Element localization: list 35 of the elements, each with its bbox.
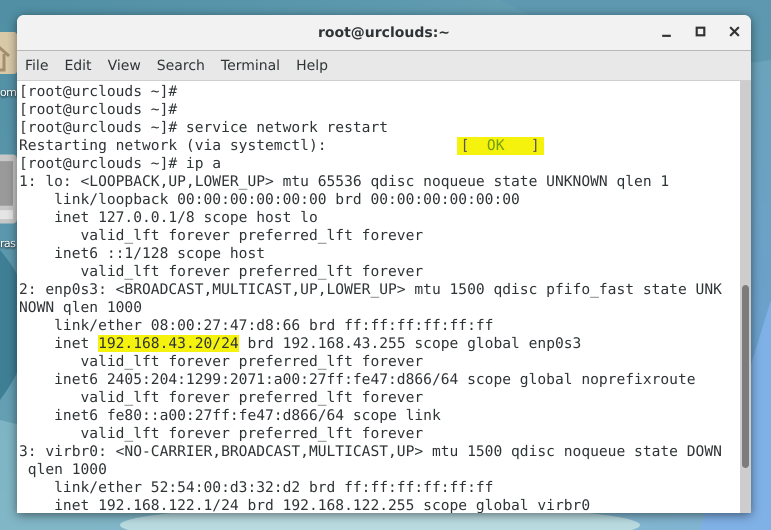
menu-item[interactable]: Help xyxy=(290,58,334,74)
terminal-line: NOWN qlen 1000 xyxy=(19,299,142,317)
terminal-line: valid_lft forever preferred_lft forever xyxy=(80,425,424,443)
maximize-icon[interactable] xyxy=(694,25,707,38)
window-title: root@urclouds:~ xyxy=(318,24,450,40)
menu-item[interactable]: Search xyxy=(150,58,211,74)
scrollbar[interactable] xyxy=(740,81,751,513)
terminal-line: 1: lo: <LOOPBACK,UP,LOWER_UP> mtu 65536 qdisc noqueue state UNKNOWN qlen 1 xyxy=(19,173,670,191)
terminal-line: Restarting network (via systemctl): [ OK ] xyxy=(19,137,544,155)
terminal-line: link/loopback 00:00:00:00:00:00 brd 00:00:00:00:00:00 xyxy=(53,191,520,209)
terminal-line: inet 192.168.43.20/24 brd 192.168.43.255 scope global enp0s3 xyxy=(53,335,582,353)
menu-item[interactable]: View xyxy=(102,58,147,74)
terminal-line: inet 192.168.122.1/24 brd 192.168.122.255 scope global virbr0 xyxy=(53,497,590,513)
terminal-line: [root@urclouds ~]# xyxy=(19,101,178,119)
terminal-line: inet 127.0.0.1/8 scope host lo xyxy=(53,209,318,227)
menu-item[interactable]: Terminal xyxy=(214,58,286,74)
terminal-line: link/ether 52:54:00:d3:32:d2 brd ff:ff:ff:ff:ff:ff xyxy=(53,479,494,497)
terminal-line: [root@urclouds ~]# xyxy=(19,83,178,101)
terminal-line: inet6 ::1/128 scope host xyxy=(53,245,266,263)
terminal-line: inet6 2405:204:1299:2071:a00:27ff:fe47:d866/64 scope global noprefixroute xyxy=(53,371,696,389)
terminal-line: inet6 fe80::a00:27ff:fe47:d866/64 scope link xyxy=(53,407,441,425)
terminal-line: qlen 1000 xyxy=(26,461,107,479)
terminal-line: valid_lft forever preferred_lft forever xyxy=(80,353,424,371)
menu-item[interactable]: Edit xyxy=(58,58,98,74)
terminal-line: 3: virbr0: <NO-CARRIER,BROADCAST,MULTICAST,UP> mtu 1500 qdisc noqueue state DOWN xyxy=(19,443,722,461)
terminal-line: [root@urclouds ~]# service network restart xyxy=(19,119,388,137)
scrollbar-thumb[interactable] xyxy=(742,285,749,468)
terminal-line: valid_lft forever preferred_lft forever xyxy=(80,263,424,281)
terminal-line: valid_lft forever preferred_lft forever xyxy=(80,227,424,245)
terminal-line: valid_lft forever preferred_lft forever xyxy=(80,389,424,407)
close-icon[interactable] xyxy=(728,25,741,38)
terminal-line: [root@urclouds ~]# ip a xyxy=(19,155,222,173)
menu-item[interactable]: File xyxy=(19,58,54,74)
terminal-line: 2: enp0s3: <BROADCAST,MULTICAST,UP,LOWER_UP> mtu 1500 qdisc pfifo_fast state UNK xyxy=(19,281,722,299)
terminal-line: link/ether 08:00:27:47:d8:66 brd ff:ff:ff:ff:ff:ff xyxy=(53,317,494,335)
